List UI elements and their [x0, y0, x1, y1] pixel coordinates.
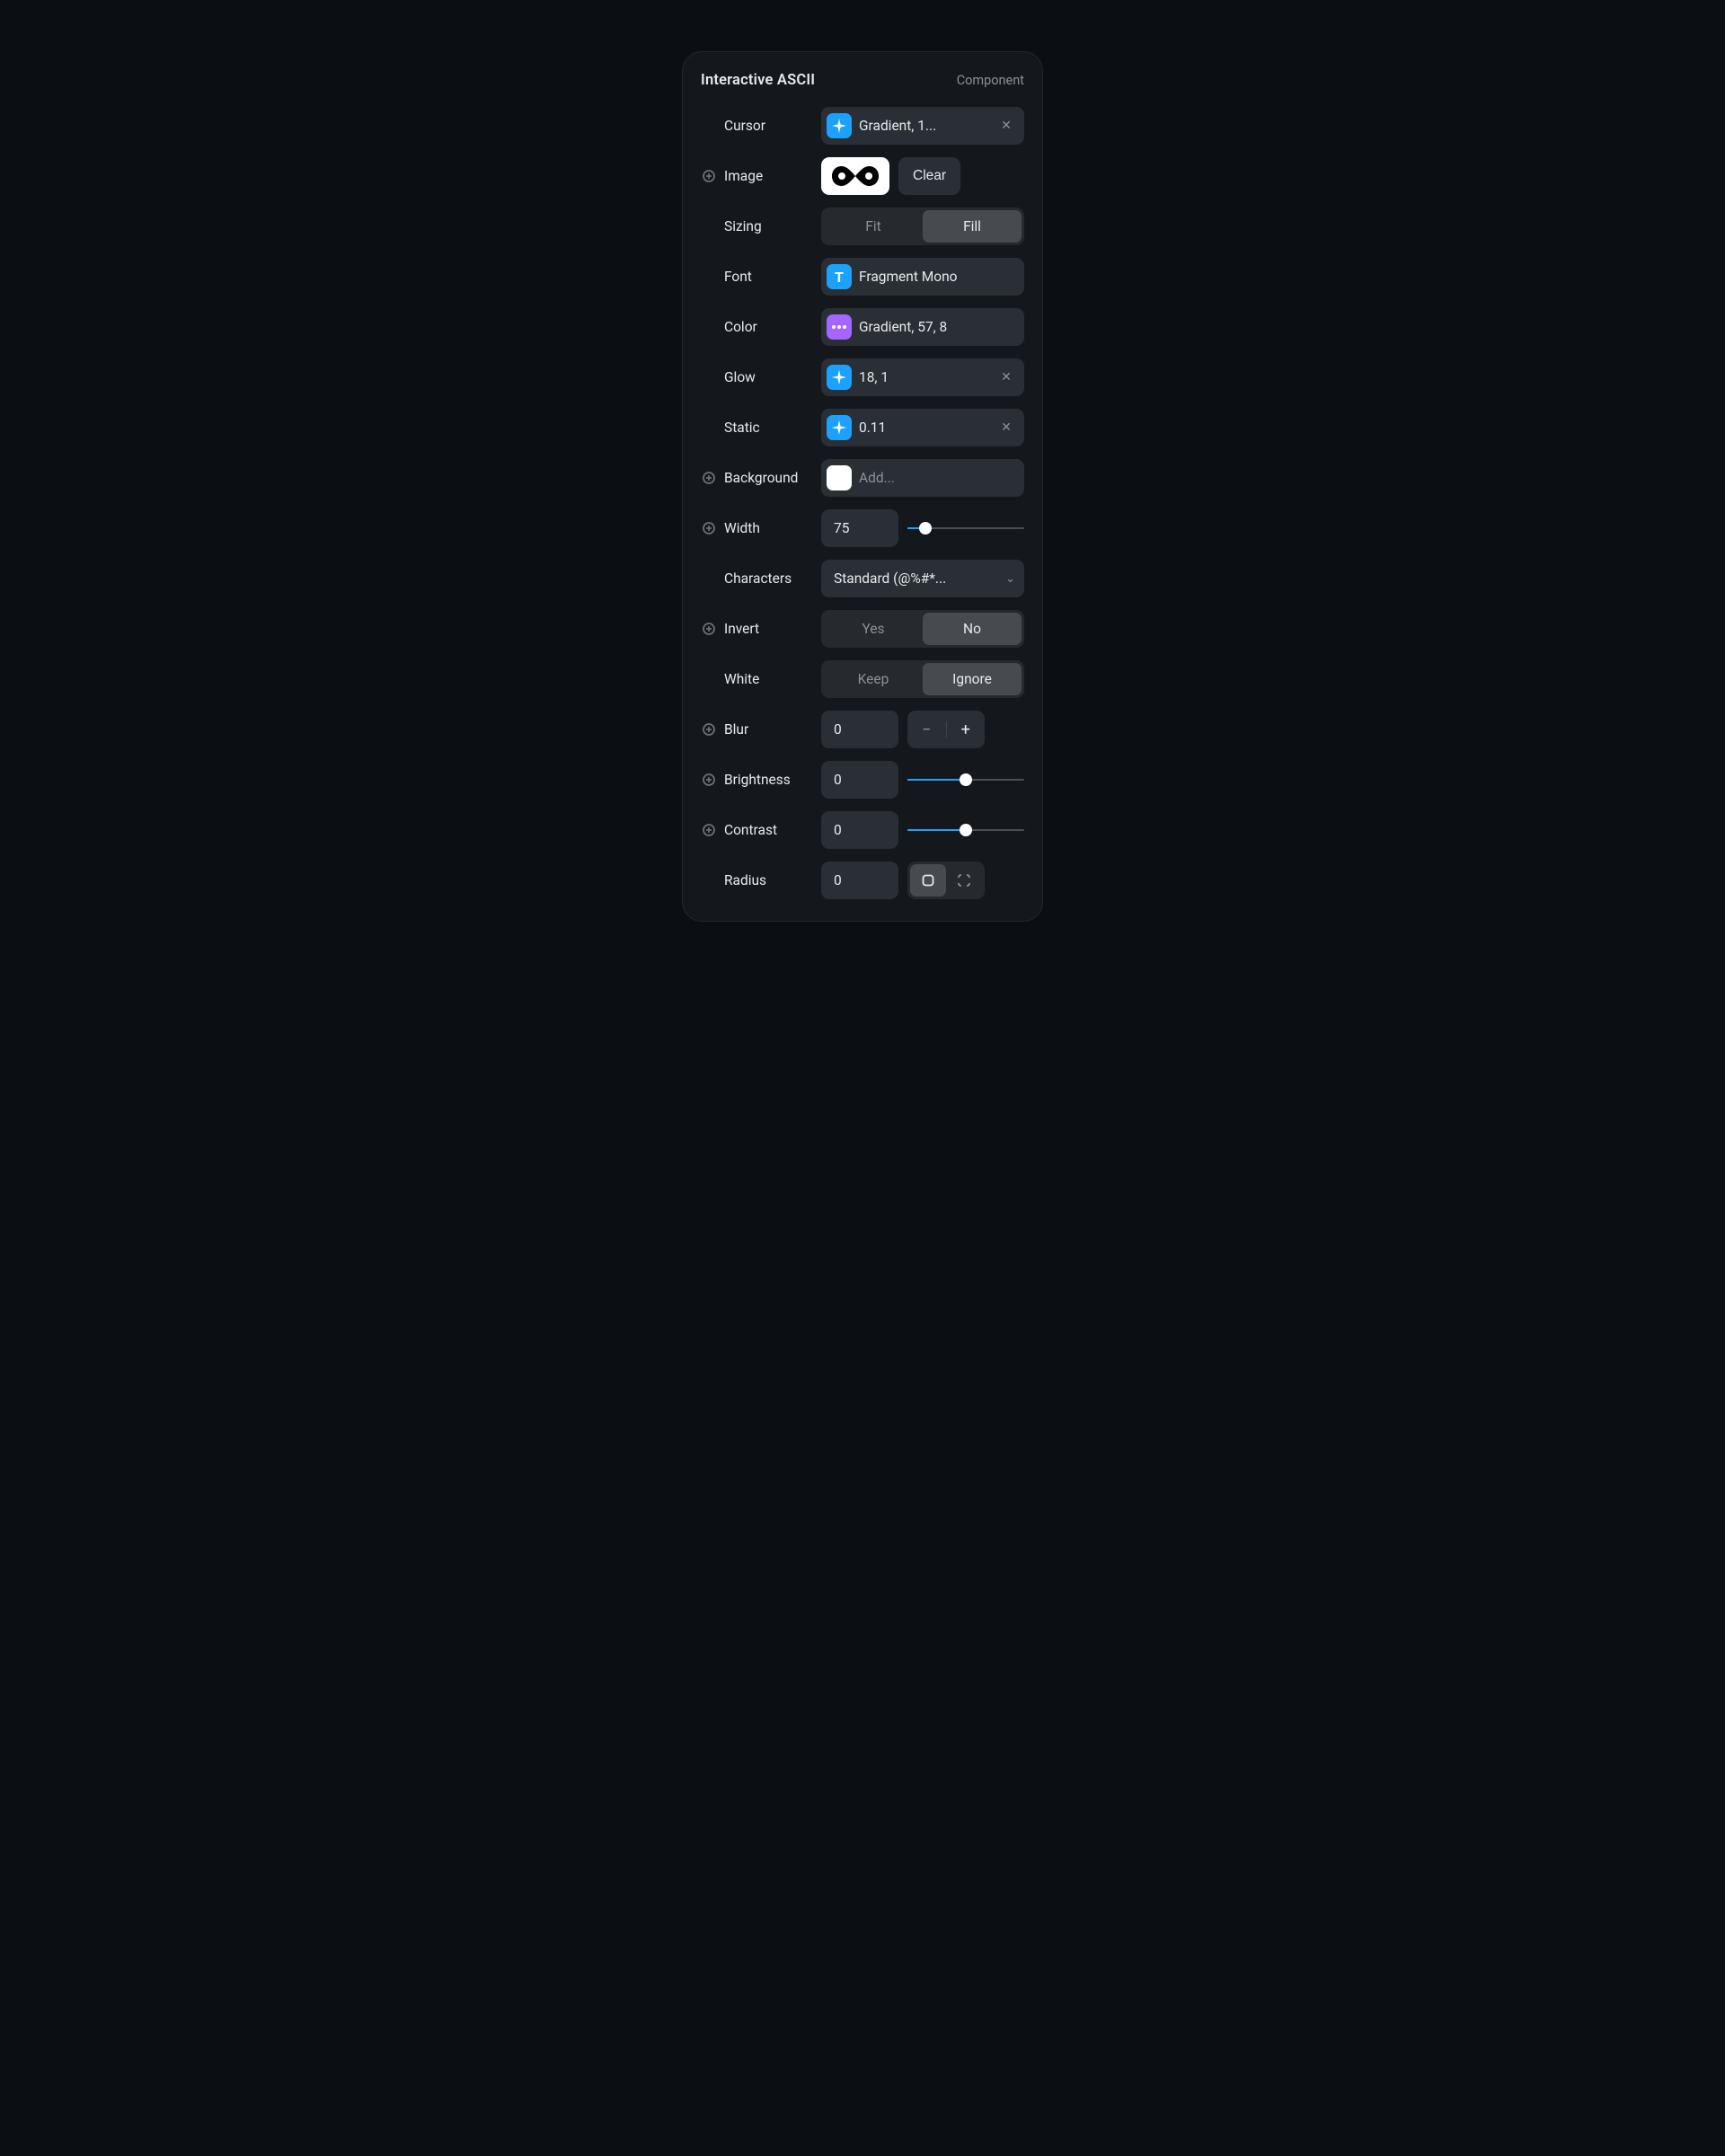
label-color: Color [724, 319, 814, 335]
label-brightness: Brightness [724, 772, 814, 788]
sizing-segmented[interactable]: Fit Fill [821, 208, 1024, 245]
invert-no[interactable]: No [923, 613, 1022, 645]
label-image: Image [724, 168, 814, 184]
label-cursor: Cursor [724, 118, 814, 134]
panel-title: Interactive ASCII [701, 72, 815, 89]
row-contrast: Contrast 0 [701, 811, 1024, 849]
row-characters: Characters Standard (@%#*... ⌄ [701, 560, 1024, 597]
row-sizing: Sizing Fit Fill [701, 208, 1024, 245]
sparkle-icon [827, 415, 852, 440]
sparkle-icon [827, 113, 852, 138]
radius-input[interactable]: 0 [821, 862, 898, 899]
brightness-input[interactable]: 0 [821, 761, 898, 799]
glow-value: 18, 1 [859, 369, 991, 385]
contrast-slider[interactable] [907, 811, 1024, 849]
invert-segmented[interactable]: Yes No [821, 610, 1024, 648]
label-contrast: Contrast [724, 822, 814, 838]
row-cursor: Cursor Gradient, 1... ✕ [701, 107, 1024, 145]
plus-icon[interactable] [701, 824, 717, 836]
row-brightness: Brightness 0 [701, 761, 1024, 799]
plus-icon[interactable] [701, 472, 717, 484]
label-glow: Glow [724, 369, 814, 385]
color-value: Gradient, 57, 8 [859, 319, 1018, 335]
chevron-down-icon: ⌄ [1005, 572, 1015, 586]
static-chip[interactable]: 0.11 ✕ [821, 409, 1024, 446]
font-value: Fragment Mono [859, 269, 1018, 285]
row-radius: Radius 0 [701, 862, 1024, 899]
sparkle-icon [827, 365, 852, 390]
width-slider[interactable] [907, 509, 1024, 547]
row-blur: Blur 0 − + [701, 711, 1024, 748]
contrast-input[interactable]: 0 [821, 811, 898, 849]
glow-chip[interactable]: 18, 1 ✕ [821, 358, 1024, 396]
radius-single-icon[interactable] [910, 864, 946, 897]
cursor-value: Gradient, 1... [859, 118, 991, 134]
color-swatch [827, 465, 852, 490]
clear-icon[interactable]: ✕ [998, 420, 1014, 436]
row-image: Image Clear [701, 157, 1024, 195]
row-width: Width 75 [701, 509, 1024, 547]
plus-icon[interactable]: + [947, 720, 986, 739]
row-invert: Invert Yes No [701, 610, 1024, 648]
dots-icon [827, 314, 852, 340]
row-glow: Glow 18, 1 ✕ [701, 358, 1024, 396]
cursor-chip[interactable]: Gradient, 1... ✕ [821, 107, 1024, 145]
white-keep[interactable]: Keep [824, 663, 923, 695]
plus-icon[interactable] [701, 773, 717, 786]
blur-stepper[interactable]: − + [907, 711, 985, 748]
panel-subtitle: Component [957, 73, 1024, 88]
label-invert: Invert [724, 621, 814, 637]
brightness-slider[interactable] [907, 761, 1024, 799]
radius-mode-segmented[interactable] [907, 862, 985, 899]
row-white: White Keep Ignore [701, 660, 1024, 698]
characters-select[interactable]: Standard (@%#*... ⌄ [821, 560, 1024, 597]
label-font: Font [724, 269, 814, 285]
clear-icon[interactable]: ✕ [998, 118, 1014, 134]
sizing-fill[interactable]: Fill [923, 210, 1022, 243]
invert-yes[interactable]: Yes [824, 613, 923, 645]
label-sizing: Sizing [724, 218, 814, 234]
clear-icon[interactable]: ✕ [998, 369, 1014, 385]
label-white: White [724, 671, 814, 687]
background-chip[interactable]: Add... [821, 459, 1024, 497]
white-ignore[interactable]: Ignore [923, 663, 1022, 695]
clear-button[interactable]: Clear [898, 157, 960, 195]
row-color: Color Gradient, 57, 8 [701, 308, 1024, 346]
label-width: Width [724, 520, 814, 536]
plus-icon[interactable] [701, 723, 717, 736]
label-static: Static [724, 420, 814, 436]
background-placeholder: Add... [859, 470, 1018, 486]
blur-input[interactable]: 0 [821, 711, 898, 748]
row-font: Font T Fragment Mono [701, 258, 1024, 296]
color-chip[interactable]: Gradient, 57, 8 [821, 308, 1024, 346]
row-background: Background Add... [701, 459, 1024, 497]
sizing-fit[interactable]: Fit [824, 210, 923, 243]
radius-split-icon[interactable] [946, 864, 982, 897]
image-thumbnail[interactable] [821, 157, 889, 195]
static-value: 0.11 [859, 420, 991, 436]
characters-value: Standard (@%#*... [834, 570, 946, 587]
plus-icon[interactable] [701, 623, 717, 635]
row-static: Static 0.11 ✕ [701, 409, 1024, 446]
font-chip[interactable]: T Fragment Mono [821, 258, 1024, 296]
white-segmented[interactable]: Keep Ignore [821, 660, 1024, 698]
label-radius: Radius [724, 872, 814, 888]
width-input[interactable]: 75 [821, 509, 898, 547]
inspector-panel: Interactive ASCII Component Cursor Gradi… [682, 51, 1043, 922]
plus-icon[interactable] [701, 170, 717, 182]
minus-icon[interactable]: − [907, 720, 946, 739]
label-blur: Blur [724, 721, 814, 738]
label-background: Background [724, 470, 814, 486]
label-characters: Characters [724, 570, 814, 587]
panel-header: Interactive ASCII Component [701, 72, 1024, 89]
plus-icon[interactable] [701, 522, 717, 535]
text-icon: T [827, 264, 852, 289]
